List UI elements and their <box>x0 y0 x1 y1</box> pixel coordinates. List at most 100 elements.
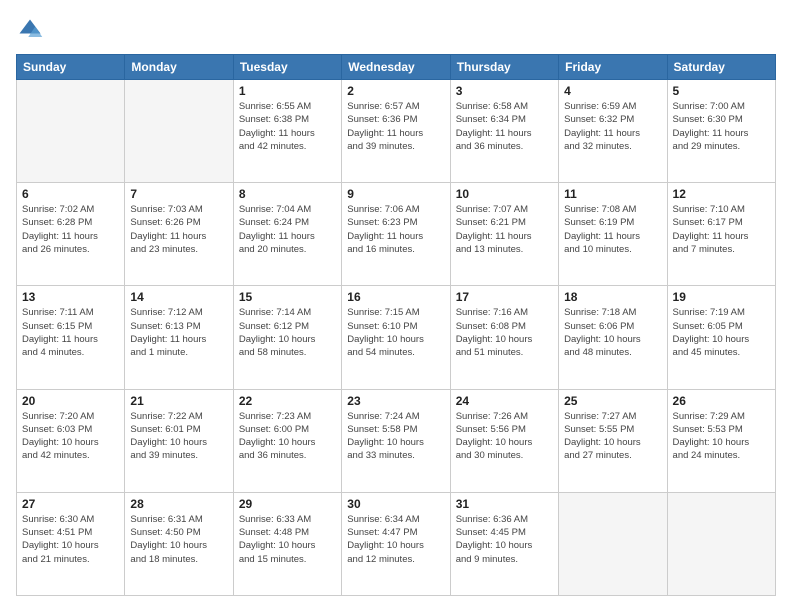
day-info: Sunrise: 7:20 AM Sunset: 6:03 PM Dayligh… <box>22 410 119 463</box>
day-info: Sunrise: 7:03 AM Sunset: 6:26 PM Dayligh… <box>130 203 227 256</box>
day-number: 10 <box>456 187 553 201</box>
calendar-cell: 28Sunrise: 6:31 AM Sunset: 4:50 PM Dayli… <box>125 492 233 595</box>
day-info: Sunrise: 6:58 AM Sunset: 6:34 PM Dayligh… <box>456 100 553 153</box>
day-info: Sunrise: 7:16 AM Sunset: 6:08 PM Dayligh… <box>456 306 553 359</box>
day-number: 18 <box>564 290 661 304</box>
weekday-header-monday: Monday <box>125 55 233 80</box>
day-number: 25 <box>564 394 661 408</box>
day-info: Sunrise: 7:19 AM Sunset: 6:05 PM Dayligh… <box>673 306 770 359</box>
calendar-cell: 7Sunrise: 7:03 AM Sunset: 6:26 PM Daylig… <box>125 183 233 286</box>
calendar-week-row: 20 Sunrise: 7:20 AM Sunset: 6:03 PM Dayli… <box>17 389 776 492</box>
day-info: Sunrise: 7:11 AM Sunset: 6:15 PM Dayligh… <box>22 306 119 359</box>
weekday-header-sunday: Sunday <box>17 55 125 80</box>
calendar-cell: 6Sunrise: 7:02 AM Sunset: 6:28 PM Daylig… <box>17 183 125 286</box>
day-info: Sunrise: 6:57 AM Sunset: 6:36 PM Dayligh… <box>347 100 444 153</box>
weekday-header-saturday: Saturday <box>667 55 775 80</box>
day-number: 20 <box>22 394 119 408</box>
day-info: Sunrise: 6:59 AM Sunset: 6:32 PM Dayligh… <box>564 100 661 153</box>
day-info: Sunrise: 7:00 AM Sunset: 6:30 PM Dayligh… <box>673 100 770 153</box>
calendar-cell: 23 Sunrise: 7:24 AM Sunset: 5:58 PM Dayli… <box>342 389 450 492</box>
day-info: Sunrise: 7:15 AM Sunset: 6:10 PM Dayligh… <box>347 306 444 359</box>
weekday-header-friday: Friday <box>559 55 667 80</box>
day-info: Sunrise: 6:31 AM Sunset: 4:50 PM Dayligh… <box>130 513 227 566</box>
calendar-cell: 2 Sunrise: 6:57 AM Sunset: 6:36 PM Daylig… <box>342 80 450 183</box>
day-info: Sunrise: 6:36 AM Sunset: 4:45 PM Dayligh… <box>456 513 553 566</box>
day-number: 5 <box>673 84 770 98</box>
calendar-cell: 19 Sunrise: 7:19 AM Sunset: 6:05 PM Dayli… <box>667 286 775 389</box>
calendar-cell: 26 Sunrise: 7:29 AM Sunset: 5:53 PM Dayli… <box>667 389 775 492</box>
day-number: 9 <box>347 187 444 201</box>
day-number: 19 <box>673 290 770 304</box>
day-info: Sunrise: 7:08 AM Sunset: 6:19 PM Dayligh… <box>564 203 661 256</box>
day-number: 30 <box>347 497 444 511</box>
calendar-cell: 27 Sunrise: 6:30 AM Sunset: 4:51 PM Dayli… <box>17 492 125 595</box>
day-info: Sunrise: 6:55 AM Sunset: 6:38 PM Dayligh… <box>239 100 336 153</box>
calendar-cell: 10Sunrise: 7:07 AM Sunset: 6:21 PM Dayli… <box>450 183 558 286</box>
calendar-cell: 30 Sunrise: 6:34 AM Sunset: 4:47 PM Dayli… <box>342 492 450 595</box>
calendar-cell: 20 Sunrise: 7:20 AM Sunset: 6:03 PM Dayli… <box>17 389 125 492</box>
day-number: 3 <box>456 84 553 98</box>
header <box>16 16 776 44</box>
day-info: Sunrise: 6:30 AM Sunset: 4:51 PM Dayligh… <box>22 513 119 566</box>
weekday-header-thursday: Thursday <box>450 55 558 80</box>
day-number: 17 <box>456 290 553 304</box>
calendar-cell: 3 Sunrise: 6:58 AM Sunset: 6:34 PM Daylig… <box>450 80 558 183</box>
day-info: Sunrise: 7:14 AM Sunset: 6:12 PM Dayligh… <box>239 306 336 359</box>
logo <box>16 16 48 44</box>
day-info: Sunrise: 7:06 AM Sunset: 6:23 PM Dayligh… <box>347 203 444 256</box>
weekday-header-row: SundayMondayTuesdayWednesdayThursdayFrid… <box>17 55 776 80</box>
calendar-week-row: 27 Sunrise: 6:30 AM Sunset: 4:51 PM Dayli… <box>17 492 776 595</box>
calendar-cell: 16Sunrise: 7:15 AM Sunset: 6:10 PM Dayli… <box>342 286 450 389</box>
day-info: Sunrise: 6:33 AM Sunset: 4:48 PM Dayligh… <box>239 513 336 566</box>
page: SundayMondayTuesdayWednesdayThursdayFrid… <box>0 0 792 612</box>
calendar-cell: 29Sunrise: 6:33 AM Sunset: 4:48 PM Dayli… <box>233 492 341 595</box>
calendar-cell: 5 Sunrise: 7:00 AM Sunset: 6:30 PM Daylig… <box>667 80 775 183</box>
calendar-cell: 13 Sunrise: 7:11 AM Sunset: 6:15 PM Dayli… <box>17 286 125 389</box>
calendar-cell: 1Sunrise: 6:55 AM Sunset: 6:38 PM Daylig… <box>233 80 341 183</box>
day-info: Sunrise: 7:22 AM Sunset: 6:01 PM Dayligh… <box>130 410 227 463</box>
calendar-cell <box>125 80 233 183</box>
day-number: 26 <box>673 394 770 408</box>
logo-icon <box>16 16 44 44</box>
day-number: 2 <box>347 84 444 98</box>
calendar-cell <box>667 492 775 595</box>
calendar-table: SundayMondayTuesdayWednesdayThursdayFrid… <box>16 54 776 596</box>
day-number: 21 <box>130 394 227 408</box>
day-number: 11 <box>564 187 661 201</box>
day-number: 8 <box>239 187 336 201</box>
day-number: 27 <box>22 497 119 511</box>
day-number: 23 <box>347 394 444 408</box>
day-number: 12 <box>673 187 770 201</box>
day-number: 31 <box>456 497 553 511</box>
calendar-cell: 17 Sunrise: 7:16 AM Sunset: 6:08 PM Dayli… <box>450 286 558 389</box>
calendar-cell: 31 Sunrise: 6:36 AM Sunset: 4:45 PM Dayli… <box>450 492 558 595</box>
day-info: Sunrise: 7:10 AM Sunset: 6:17 PM Dayligh… <box>673 203 770 256</box>
calendar-cell <box>559 492 667 595</box>
calendar-cell: 4 Sunrise: 6:59 AM Sunset: 6:32 PM Daylig… <box>559 80 667 183</box>
day-number: 4 <box>564 84 661 98</box>
day-info: Sunrise: 7:12 AM Sunset: 6:13 PM Dayligh… <box>130 306 227 359</box>
day-number: 6 <box>22 187 119 201</box>
day-number: 15 <box>239 290 336 304</box>
day-info: Sunrise: 7:04 AM Sunset: 6:24 PM Dayligh… <box>239 203 336 256</box>
calendar-cell: 18 Sunrise: 7:18 AM Sunset: 6:06 PM Dayli… <box>559 286 667 389</box>
calendar-cell: 14Sunrise: 7:12 AM Sunset: 6:13 PM Dayli… <box>125 286 233 389</box>
calendar-cell: 21 Sunrise: 7:22 AM Sunset: 6:01 PM Dayli… <box>125 389 233 492</box>
calendar-cell: 22 Sunrise: 7:23 AM Sunset: 6:00 PM Dayli… <box>233 389 341 492</box>
day-info: Sunrise: 7:29 AM Sunset: 5:53 PM Dayligh… <box>673 410 770 463</box>
calendar-cell: 25Sunrise: 7:27 AM Sunset: 5:55 PM Dayli… <box>559 389 667 492</box>
day-info: Sunrise: 7:23 AM Sunset: 6:00 PM Dayligh… <box>239 410 336 463</box>
calendar-week-row: 13 Sunrise: 7:11 AM Sunset: 6:15 PM Dayli… <box>17 286 776 389</box>
day-info: Sunrise: 7:18 AM Sunset: 6:06 PM Dayligh… <box>564 306 661 359</box>
calendar-cell: 9 Sunrise: 7:06 AM Sunset: 6:23 PM Daylig… <box>342 183 450 286</box>
day-info: Sunrise: 7:24 AM Sunset: 5:58 PM Dayligh… <box>347 410 444 463</box>
day-number: 22 <box>239 394 336 408</box>
calendar-cell: 12 Sunrise: 7:10 AM Sunset: 6:17 PM Dayli… <box>667 183 775 286</box>
calendar-cell: 8 Sunrise: 7:04 AM Sunset: 6:24 PM Daylig… <box>233 183 341 286</box>
calendar-week-row: 1Sunrise: 6:55 AM Sunset: 6:38 PM Daylig… <box>17 80 776 183</box>
calendar-week-row: 6Sunrise: 7:02 AM Sunset: 6:28 PM Daylig… <box>17 183 776 286</box>
calendar-cell: 15 Sunrise: 7:14 AM Sunset: 6:12 PM Dayli… <box>233 286 341 389</box>
day-info: Sunrise: 7:26 AM Sunset: 5:56 PM Dayligh… <box>456 410 553 463</box>
day-info: Sunrise: 6:34 AM Sunset: 4:47 PM Dayligh… <box>347 513 444 566</box>
day-number: 13 <box>22 290 119 304</box>
